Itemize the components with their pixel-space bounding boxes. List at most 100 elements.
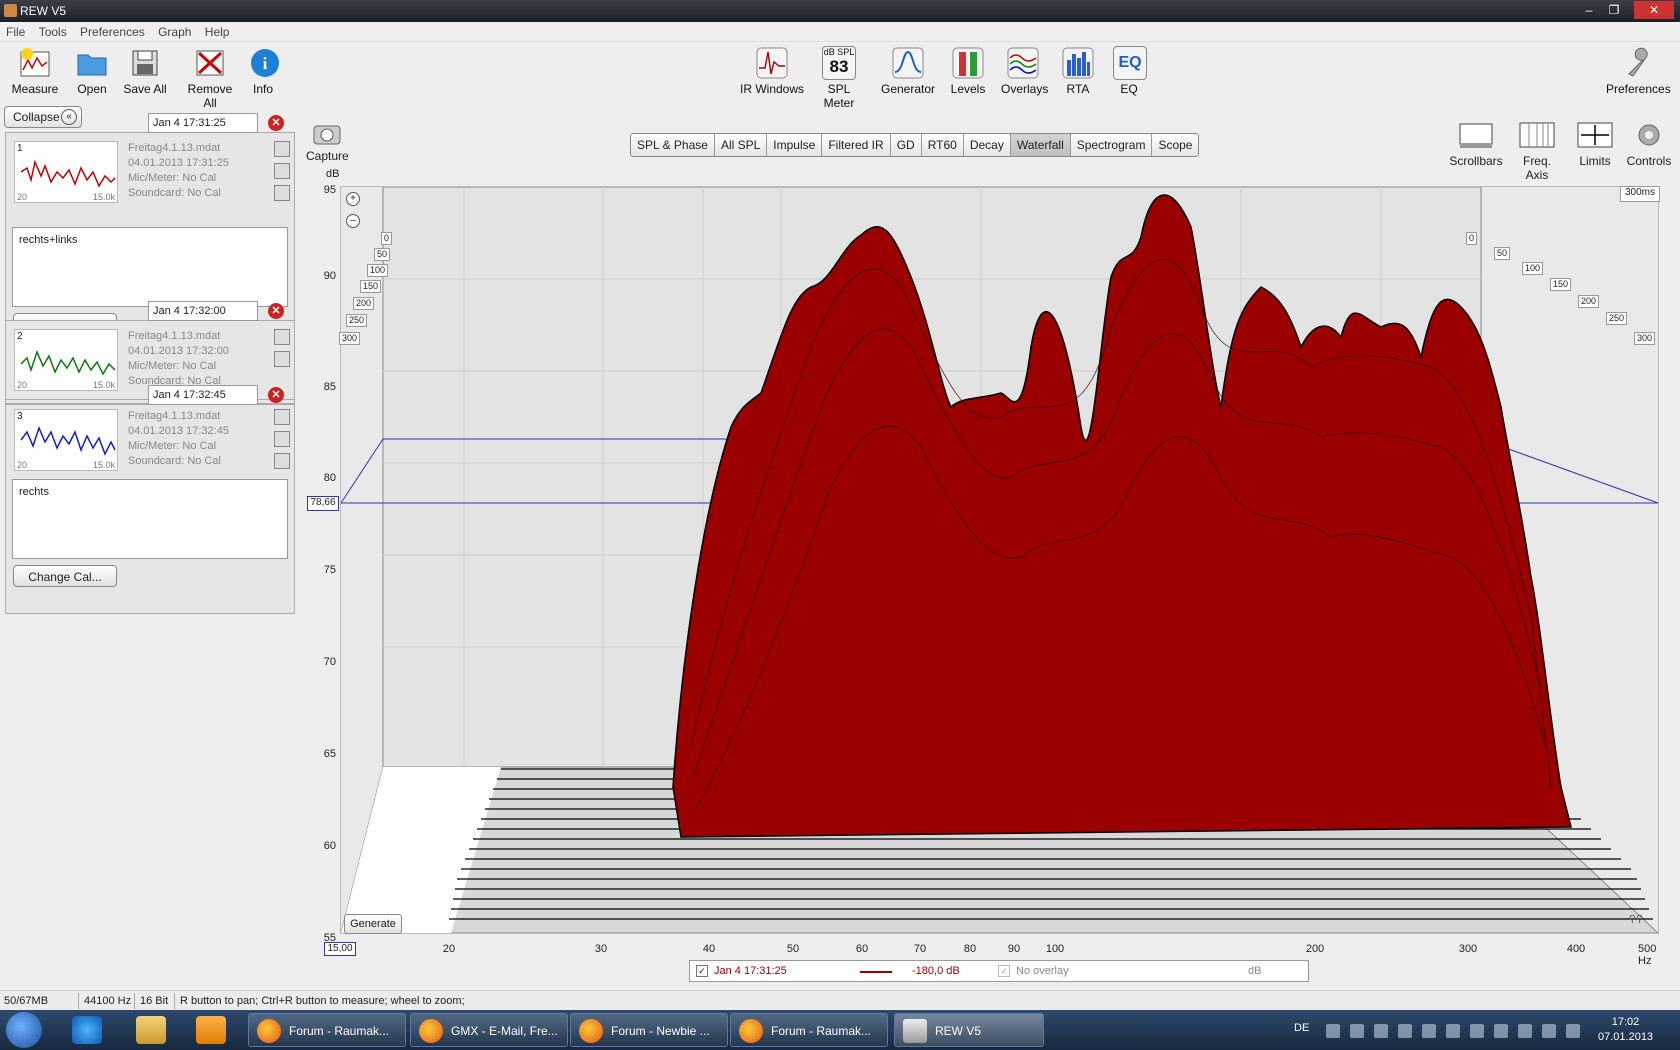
menu-graph[interactable]: Graph [152,22,195,39]
notes-icon[interactable] [274,185,290,201]
clock[interactable]: 17:02 07.01.2013 [1598,1015,1653,1045]
volume-icon[interactable] [1446,1024,1460,1038]
info-button[interactable]: i Info [248,46,279,96]
legend-line-swatch [860,971,892,973]
change-cal-button[interactable]: Change Cal... [13,565,117,587]
task-firefox-4[interactable]: Forum - Raumak... [730,1013,888,1047]
tab-decay[interactable]: Decay [963,134,1011,156]
collapse-button[interactable]: Collapse « [4,106,82,128]
task-firefox-1[interactable]: Forum - Raumak... [248,1013,406,1047]
ruler-icon[interactable] [274,409,290,425]
tab-scope[interactable]: Scope [1152,134,1199,156]
eq-button[interactable]: EQ EQ [1113,46,1147,96]
close-icon[interactable]: ✕ [268,303,284,319]
overlays-button[interactable]: Overlays [1001,46,1048,96]
tab-spl-phase[interactable]: SPL & Phase [631,134,715,156]
measurement-date-field[interactable]: Jan 4 17:31:25 [148,113,258,133]
ruler-icon[interactable] [274,329,290,345]
open-label: Open [77,82,107,96]
capture-button[interactable]: Capture [306,122,349,163]
y-cursor-field[interactable]: 78,66 [307,496,339,511]
tab-rt60[interactable]: RT60 [921,134,964,156]
overlay-checkbox[interactable]: ✓ [998,965,1010,977]
preferences-button[interactable]: Preferences [1606,46,1671,96]
tab-impulse[interactable]: Impulse [767,134,823,156]
waterfall-graph[interactable] [340,186,1660,934]
controls-button[interactable]: Controls [1624,120,1674,168]
compass-icon[interactable] [274,431,290,447]
levels-label: Levels [950,82,986,96]
tray-icon[interactable] [1422,1024,1436,1038]
spl-meter-button[interactable]: dB SPL 83 SPL Meter [812,46,866,110]
save-all-button[interactable]: Save All [122,46,168,96]
measurement-date-field[interactable]: Jan 4 17:32:00 [148,301,258,321]
task-firefox-3[interactable]: Forum - Newbie ... [570,1013,728,1047]
measurement-info: Freitag4.1.13.mdat 04.01.2013 17:32:00 M… [128,329,229,389]
tray-icon[interactable] [1398,1024,1412,1038]
zoom-in-icon[interactable]: + [346,192,360,206]
controls-label: Controls [1626,154,1672,168]
tab-gd[interactable]: GD [890,134,922,156]
menu-preferences[interactable]: Preferences [74,22,149,39]
measurement-datetime: 04.01.2013 17:32:00 [128,345,229,357]
tab-all-spl[interactable]: All SPL [714,134,768,156]
network-icon[interactable] [1494,1024,1508,1038]
time-label-right: 150 [1550,278,1572,291]
media-player-icon[interactable] [196,1016,226,1044]
tray-icon[interactable] [1566,1024,1580,1038]
minimize-button[interactable]: – [1576,1,1602,19]
legend-checkbox[interactable]: ✓ [696,965,708,977]
measurement-mic: Mic/Meter: No Cal [128,360,217,372]
freq-axis-button[interactable]: Freq. Axis [1512,120,1562,182]
close-icon[interactable]: ✕ [268,387,284,403]
tray-icon[interactable] [1374,1024,1388,1038]
rta-button[interactable]: RTA [1061,46,1095,96]
start-button[interactable] [6,1012,42,1048]
measurement-3[interactable]: Jan 4 17:32:45 ✕ 3 20 15.0k Freitag4.1.1… [5,385,295,614]
language-indicator[interactable]: DE [1294,1022,1309,1034]
x-tick: 60 [855,943,869,955]
tray-icon[interactable] [1518,1024,1532,1038]
measure-button[interactable]: Measure [10,46,60,96]
close-icon[interactable]: ✕ [268,115,284,131]
tray-icon[interactable] [1326,1024,1340,1038]
measurement-date-field[interactable]: Jan 4 17:32:45 [148,385,258,405]
generator-button[interactable]: Generator [880,46,936,96]
ruler-icon[interactable] [274,141,290,157]
tray-icon[interactable] [1350,1024,1364,1038]
remove-all-button[interactable]: Remove All [180,46,240,110]
limits-button[interactable]: Limits [1574,120,1616,168]
task-rew[interactable]: REW V5 [894,1013,1044,1047]
generate-button[interactable]: Generate [344,914,402,934]
close-window-button[interactable]: ✕ [1634,1,1674,19]
ir-windows-button[interactable]: IR Windows [740,46,804,96]
tray-icon[interactable] [1542,1024,1556,1038]
notes-icon[interactable] [274,453,290,469]
task-firefox-2[interactable]: GMX - E-Mail, Fre... [410,1013,568,1047]
gear-icon [1638,124,1660,146]
maximize-button[interactable]: ❐ [1601,1,1627,19]
explorer-icon[interactable] [136,1016,166,1044]
levels-button[interactable]: Levels [949,46,987,96]
zoom-out-icon[interactable]: – [346,214,360,228]
menu-help[interactable]: Help [199,22,234,39]
open-button[interactable]: Open [72,46,112,96]
menu-tools[interactable]: Tools [33,22,71,39]
task-label: Forum - Raumak... [289,1024,390,1038]
x-min-field[interactable]: 15,00 [324,942,356,956]
tab-waterfall[interactable]: Waterfall [1010,134,1071,156]
ie-icon[interactable] [72,1016,102,1044]
capture-label: Capture [306,149,349,163]
scrollbars-button[interactable]: Scrollbars [1448,120,1504,168]
firefox-icon [739,1019,763,1043]
measurement-notes[interactable]: rechts [12,479,288,559]
measurement-notes[interactable]: rechts+links [12,227,288,307]
compass-icon[interactable] [274,351,290,367]
menu-file[interactable]: File [0,22,29,39]
zoom-controls-icon[interactable]: ⚲⚲ [1618,914,1654,930]
tab-spectrogram[interactable]: Spectrogram [1070,134,1153,156]
compass-icon[interactable] [274,163,290,179]
tab-filtered-ir[interactable]: Filtered IR [822,134,891,156]
task-label: GMX - E-Mail, Fre... [451,1024,558,1038]
tray-icon[interactable] [1470,1024,1484,1038]
